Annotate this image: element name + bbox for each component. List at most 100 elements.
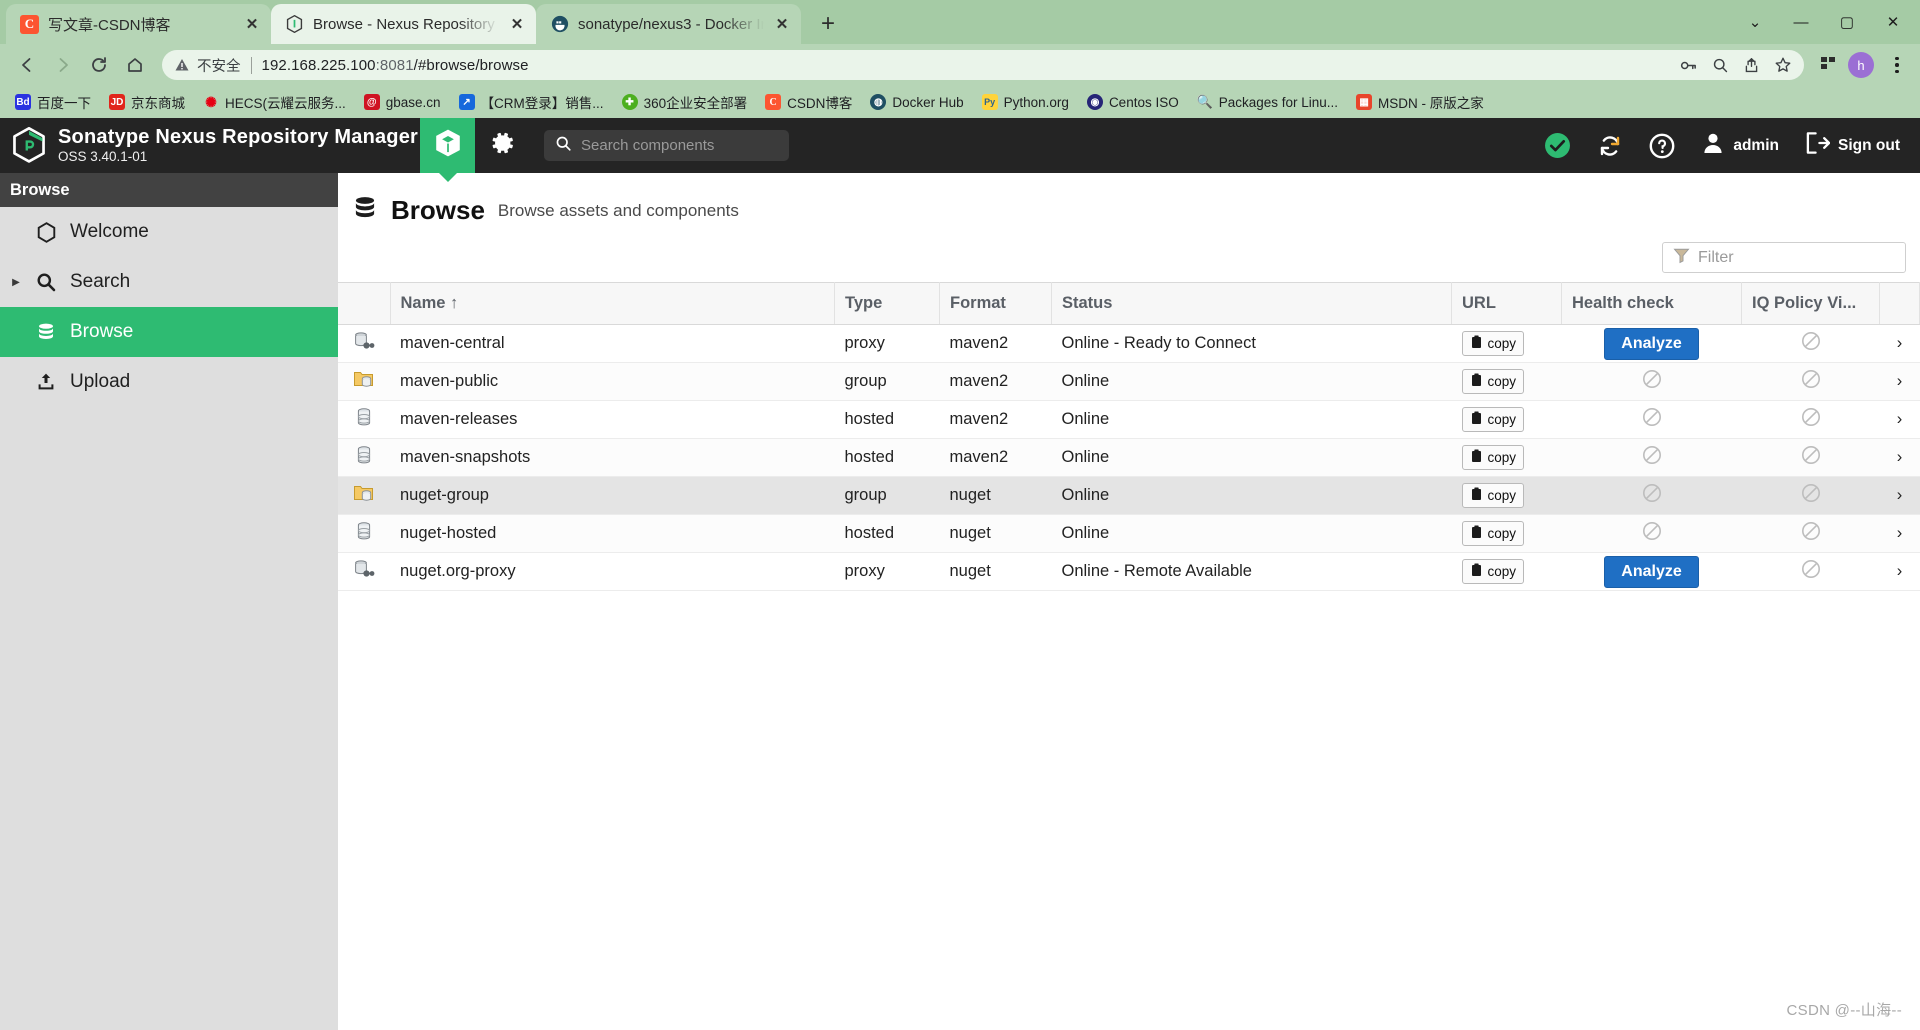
column-header-iq-policy[interactable]: IQ Policy Vi... xyxy=(1741,282,1880,325)
column-header-type[interactable]: Type xyxy=(834,282,940,325)
bookmark-item[interactable]: C CSDN博客 xyxy=(758,88,859,116)
analyze-button[interactable]: Analyze xyxy=(1604,327,1699,360)
sidebar-item-label: Welcome xyxy=(70,221,149,242)
row-expand-chevron-icon[interactable]: › xyxy=(1879,552,1920,591)
browser-tab-2[interactable]: Browse - Nexus Repository Ma ✕ xyxy=(271,4,536,44)
status-ok-check-icon[interactable] xyxy=(1544,132,1571,159)
repo-name-cell[interactable]: nuget-hosted xyxy=(390,514,835,553)
bookmark-item[interactable]: Py Python.org xyxy=(975,90,1076,114)
table-row[interactable]: maven-releases hosted maven2 Online copy › xyxy=(338,400,1920,439)
repo-name-cell[interactable]: maven-releases xyxy=(390,400,835,439)
search-icon[interactable] xyxy=(1712,57,1729,74)
bookmark-item[interactable]: JD 京东商城 xyxy=(102,88,192,116)
search-input[interactable]: Search components xyxy=(544,130,789,161)
bookmark-item[interactable]: ✺ HECS(云耀云服务... xyxy=(196,88,353,116)
table-row[interactable]: maven-snapshots hosted maven2 Online copy › xyxy=(338,438,1920,477)
bookmark-item[interactable]: ◉ Centos ISO xyxy=(1080,90,1186,114)
reload-button[interactable] xyxy=(82,48,116,82)
page-title: Browse xyxy=(391,195,485,225)
sidebar-item-upload[interactable]: Upload xyxy=(0,357,338,407)
expand-caret-icon[interactable]: ▶ xyxy=(10,277,22,288)
repo-name-cell[interactable]: maven-public xyxy=(390,362,835,401)
bookmark-favicon: ↗ xyxy=(458,94,475,110)
repo-type-icon-cell xyxy=(338,552,390,591)
copy-url-button[interactable]: copy xyxy=(1461,559,1525,584)
not-secure-warning-icon xyxy=(174,57,190,73)
profile-avatar[interactable]: h xyxy=(1848,52,1874,78)
new-tab-button[interactable]: + xyxy=(811,7,845,41)
row-expand-chevron-icon[interactable]: › xyxy=(1879,362,1920,401)
minimize-button[interactable]: — xyxy=(1778,0,1824,44)
admin-mode-button[interactable] xyxy=(475,118,530,173)
bookmark-item[interactable]: ↗ 【CRM登录】销售... xyxy=(452,88,611,116)
table-row[interactable]: nuget.org-proxy proxy nuget Online - Remote… xyxy=(338,552,1920,591)
copy-url-button[interactable]: copy xyxy=(1461,331,1525,356)
bookmark-item[interactable]: 🔍 Packages for Linu... xyxy=(1190,90,1345,114)
home-button[interactable] xyxy=(118,48,152,82)
repo-name-cell[interactable]: nuget-group xyxy=(390,476,835,515)
sidebar-item-browse[interactable]: Browse xyxy=(0,307,338,357)
copy-url-button[interactable]: copy xyxy=(1461,483,1525,508)
close-icon[interactable]: ✕ xyxy=(243,15,261,33)
share-icon[interactable] xyxy=(1743,57,1760,74)
column-header-url[interactable]: URL xyxy=(1451,282,1562,325)
column-header-format[interactable]: Format xyxy=(939,282,1052,325)
clipboard-icon xyxy=(1470,449,1483,466)
copy-url-button[interactable]: copy xyxy=(1461,521,1525,546)
table-row[interactable]: maven-central proxy maven2 Online - Ready t… xyxy=(338,324,1920,363)
password-key-icon[interactable] xyxy=(1679,56,1698,75)
chevron-down-icon[interactable]: ⌄ xyxy=(1732,0,1778,44)
analyze-button[interactable]: Analyze xyxy=(1604,555,1699,588)
repo-iq-policy-cell xyxy=(1741,400,1880,439)
row-expand-chevron-icon[interactable]: › xyxy=(1879,400,1920,439)
browse-mode-button[interactable] xyxy=(420,118,475,173)
bookmark-item[interactable]: @ gbase.cn xyxy=(357,90,448,114)
column-header-status[interactable]: Status xyxy=(1051,282,1452,325)
close-icon[interactable]: ✕ xyxy=(508,15,526,33)
bookmark-item[interactable]: ✚ 360企业安全部署 xyxy=(615,88,755,116)
help-question-icon[interactable] xyxy=(1649,133,1675,159)
browser-tab-1[interactable]: C 写文章-CSDN博客 ✕ xyxy=(6,4,271,44)
bookmark-item[interactable]: ▦ MSDN - 原版之家 xyxy=(1349,88,1491,116)
column-header-health-check[interactable]: Health check xyxy=(1561,282,1742,325)
extensions-icon[interactable] xyxy=(1818,53,1838,78)
sidebar-item-welcome[interactable]: Welcome xyxy=(0,207,338,257)
filter-input[interactable]: Filter xyxy=(1662,242,1906,273)
bookmark-item[interactable]: ◍ Docker Hub xyxy=(863,90,970,114)
repo-url-cell: copy xyxy=(1451,552,1562,591)
close-icon[interactable]: ✕ xyxy=(773,15,791,33)
nexus-brand[interactable]: Sonatype Nexus Repository Manager OSS 3.… xyxy=(0,118,420,173)
table-row[interactable]: maven-public group maven2 Online copy › xyxy=(338,362,1920,401)
copy-url-button[interactable]: copy xyxy=(1461,445,1525,470)
table-row[interactable]: nuget-hosted hosted nuget Online copy › xyxy=(338,514,1920,553)
table-row[interactable]: nuget-group group nuget Online copy › xyxy=(338,476,1920,515)
repo-type-cell: proxy xyxy=(834,552,940,591)
bookmark-star-icon[interactable] xyxy=(1774,56,1792,74)
forward-button[interactable] xyxy=(46,48,80,82)
kebab-menu-icon[interactable] xyxy=(1884,56,1910,74)
copy-url-button[interactable]: copy xyxy=(1461,369,1525,394)
browser-tab-3[interactable]: sonatype/nexus3 - Docker Ima ✕ xyxy=(536,4,801,44)
repo-type-cell: group xyxy=(834,476,940,515)
user-menu[interactable]: admin xyxy=(1701,131,1779,160)
blocked-icon xyxy=(1642,521,1662,547)
row-expand-chevron-icon[interactable]: › xyxy=(1879,438,1920,477)
blocked-icon xyxy=(1801,445,1821,471)
column-header-name[interactable]: Name ↑ xyxy=(390,282,835,325)
sidebar: Browse Welcome ▶ Search Browse Upload xyxy=(0,173,338,1030)
address-bar[interactable]: 不安全 192.168.225.100:8081/#browse/browse xyxy=(162,50,1804,80)
maximize-button[interactable]: ▢ xyxy=(1824,0,1870,44)
sign-out-button[interactable]: Sign out xyxy=(1805,131,1900,160)
row-expand-chevron-icon[interactable]: › xyxy=(1879,324,1920,363)
window-close-button[interactable]: ✕ xyxy=(1870,0,1916,44)
back-button[interactable] xyxy=(10,48,44,82)
row-expand-chevron-icon[interactable]: › xyxy=(1879,476,1920,515)
row-expand-chevron-icon[interactable]: › xyxy=(1879,514,1920,553)
repo-name-cell[interactable]: maven-snapshots xyxy=(390,438,835,477)
repo-name-cell[interactable]: nuget.org-proxy xyxy=(390,552,835,591)
refresh-icon[interactable] xyxy=(1597,133,1623,159)
bookmark-item[interactable]: Bd 百度一下 xyxy=(8,88,98,116)
repo-name-cell[interactable]: maven-central xyxy=(390,324,835,363)
sidebar-item-search[interactable]: ▶ Search xyxy=(0,257,338,307)
copy-url-button[interactable]: copy xyxy=(1461,407,1525,432)
